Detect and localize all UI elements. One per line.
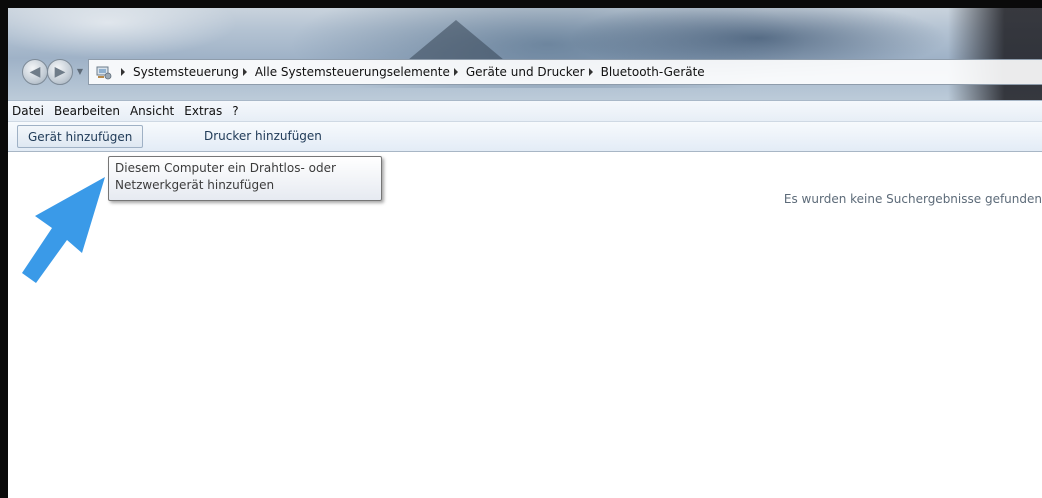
forward-arrow-icon: ▶ (54, 64, 66, 80)
add-device-tooltip: Diesem Computer ein Drahtlos- oder Netzw… (108, 156, 382, 201)
tooltip-line: Diesem Computer ein Drahtlos- oder (115, 161, 336, 175)
breadcrumb-item-bluetooth-geraete[interactable]: Bluetooth-Geräte (585, 65, 705, 79)
breadcrumb-item-geraete-und-drucker[interactable]: Geräte und Drucker (450, 65, 585, 79)
menu-bar: Datei Bearbeiten Ansicht Extras ? (8, 100, 1042, 122)
breadcrumb-separator-icon[interactable] (242, 68, 247, 76)
breadcrumb-item-alle-elemente[interactable]: Alle Systemsteuerungselemente (239, 65, 450, 79)
menu-item-ansicht[interactable]: Ansicht (126, 104, 180, 118)
back-arrow-icon: ◀ (29, 64, 41, 80)
add-device-button[interactable]: Gerät hinzufügen (17, 125, 144, 148)
menu-item-datei[interactable]: Datei (8, 104, 50, 118)
breadcrumb-separator-icon[interactable] (453, 68, 458, 76)
tooltip-line: Netzwerkgerät hinzufügen (115, 178, 275, 192)
recent-pages-dropdown[interactable]: ▼ (75, 64, 85, 80)
title-bar: ◀ ▶ ▼ Systemsteuerung Alle Systemsteueru… (8, 8, 1042, 100)
add-printer-button[interactable]: Drucker hinzufügen (194, 125, 332, 148)
menu-item-help[interactable]: ? (228, 104, 244, 118)
control-panel-icon (96, 66, 112, 80)
content-pane: Es wurden keine Suchergebnisse gefunden (8, 152, 1042, 498)
explorer-window: ◀ ▶ ▼ Systemsteuerung Alle Systemsteueru… (8, 8, 1042, 498)
breadcrumb-separator-icon[interactable] (121, 68, 125, 76)
no-results-message: Es wurden keine Suchergebnisse gefunden (783, 192, 1042, 206)
blue-pointer-arrow-icon (22, 177, 105, 283)
command-bar: Gerät hinzufügen Drucker hinzufügen (8, 122, 1042, 152)
back-button[interactable]: ◀ (22, 59, 48, 85)
screen-border-top (0, 0, 1042, 8)
menu-item-extras[interactable]: Extras (180, 104, 228, 118)
forward-button[interactable]: ▶ (47, 59, 73, 85)
breadcrumb-separator-icon[interactable] (588, 68, 593, 76)
screen-border-left (0, 0, 8, 498)
breadcrumb-item-systemsteuerung[interactable]: Systemsteuerung (117, 65, 239, 79)
address-bar[interactable]: Systemsteuerung Alle Systemsteuerungsele… (88, 59, 1042, 85)
menu-item-bearbeiten[interactable]: Bearbeiten (50, 104, 126, 118)
